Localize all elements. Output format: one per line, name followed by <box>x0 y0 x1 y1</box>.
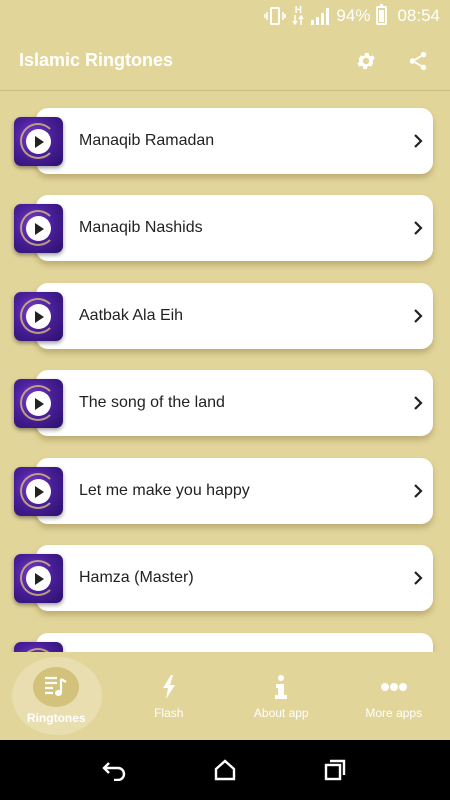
play-thumbnail[interactable] <box>14 292 63 341</box>
nav-label: Flash <box>154 706 184 720</box>
ringtone-card[interactable]: Manaqib Ramadan <box>36 108 433 174</box>
list-item[interactable]: Manaqib Ramadan <box>14 108 434 174</box>
list-item[interactable]: Hamza (Master) <box>14 545 434 611</box>
list-item[interactable]: The song of the land <box>14 370 434 436</box>
ringtone-card[interactable]: Let me make you happy <box>36 458 433 524</box>
nav-label: More apps <box>365 706 423 720</box>
music-list-icon <box>33 667 80 707</box>
play-icon <box>26 129 51 154</box>
share-button[interactable] <box>394 37 442 85</box>
chevron-right-icon <box>403 395 433 411</box>
list-item[interactable]: Aatbak Ala Eih <box>14 283 434 349</box>
ringtone-title: Hamza (Master) <box>79 569 194 586</box>
ringtone-title: Manaqib Nashids <box>79 219 203 236</box>
ringtone-list[interactable]: Manaqib Ramadan Manaqib Nashids Aatbak A… <box>0 92 450 652</box>
list-item[interactable]: Let me make you happy <box>14 458 434 524</box>
list-item[interactable] <box>14 633 434 652</box>
play-icon <box>26 216 51 241</box>
network-type-label: H <box>294 5 303 16</box>
chevron-right-icon <box>403 308 433 324</box>
battery-icon <box>376 4 388 25</box>
app-title: Islamic Ringtones <box>19 50 174 70</box>
share-icon <box>409 51 427 70</box>
recents-button[interactable] <box>315 750 355 790</box>
gear-icon <box>357 52 375 69</box>
nav-about[interactable]: About app <box>225 652 338 740</box>
signal-icon <box>310 7 330 25</box>
chevron-right-icon <box>403 133 433 149</box>
recents-icon <box>324 759 346 781</box>
system-nav-bar <box>0 740 450 800</box>
list-item[interactable]: Manaqib Nashids <box>14 195 434 261</box>
ringtone-card[interactable]: Aatbak Ala Eih <box>36 283 433 349</box>
play-thumbnail[interactable] <box>14 642 63 652</box>
more-icon <box>380 672 408 702</box>
nav-more-apps[interactable]: More apps <box>338 652 450 740</box>
ringtone-title: Aatbak Ala Eih <box>79 307 184 324</box>
back-icon <box>102 762 126 781</box>
vibrate-icon <box>264 6 287 26</box>
nav-label: Ringtones <box>26 711 86 725</box>
back-button[interactable] <box>95 750 135 790</box>
play-icon <box>26 391 51 416</box>
info-icon <box>274 672 288 702</box>
clock: 08:54 <box>397 5 440 25</box>
play-thumbnail[interactable] <box>14 379 63 428</box>
home-button[interactable] <box>205 750 245 790</box>
chevron-right-icon <box>403 483 433 499</box>
status-bar: H 94% 08:54 <box>0 0 450 31</box>
nav-label: About app <box>253 706 309 720</box>
play-thumbnail[interactable] <box>14 117 63 166</box>
ringtone-title: Manaqib Ramadan <box>79 132 215 149</box>
play-icon <box>26 304 51 329</box>
flash-icon <box>161 672 177 702</box>
bottom-nav: Ringtones Flash About app More apps <box>0 652 450 740</box>
ringtone-title: Let me make you happy <box>79 482 250 499</box>
ringtone-card[interactable]: Hamza (Master) <box>36 545 433 611</box>
nav-ringtones[interactable]: Ringtones <box>0 652 113 740</box>
settings-button[interactable] <box>342 37 390 85</box>
play-icon <box>26 479 51 504</box>
ringtone-card[interactable]: The song of the land <box>36 370 433 436</box>
battery-percent: 94% <box>336 5 371 25</box>
chevron-right-icon <box>403 570 433 586</box>
ringtone-card[interactable] <box>36 633 433 652</box>
nav-flash[interactable]: Flash <box>113 652 226 740</box>
ringtone-title: The song of the land <box>79 394 225 411</box>
ringtone-card[interactable]: Manaqib Nashids <box>36 195 433 261</box>
play-icon <box>26 566 51 591</box>
play-thumbnail[interactable] <box>14 467 63 516</box>
play-thumbnail[interactable] <box>14 554 63 603</box>
home-icon <box>214 759 236 781</box>
play-thumbnail[interactable] <box>14 204 63 253</box>
app-bar: Islamic Ringtones <box>0 31 450 91</box>
network-type-icon: H <box>292 5 305 25</box>
chevron-right-icon <box>403 220 433 236</box>
